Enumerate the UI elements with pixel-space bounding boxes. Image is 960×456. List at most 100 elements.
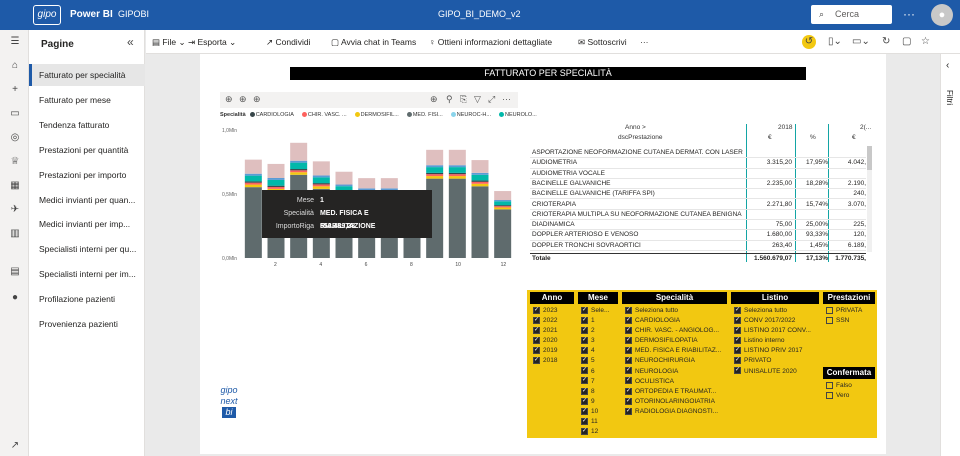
bar-segment[interactable] — [448, 174, 466, 177]
bar-segment[interactable] — [335, 171, 353, 185]
checkbox-icon[interactable]: ✓ — [581, 367, 588, 375]
bookmark-icon[interactable]: ▯⌄ — [828, 36, 842, 47]
workspaces-icon[interactable]: ▥ — [8, 228, 22, 242]
checkbox-icon[interactable]: ✓ — [581, 377, 588, 385]
bar-segment[interactable] — [471, 181, 489, 184]
legend-item[interactable]: DERMOSIFIL... — [354, 112, 403, 118]
table-row[interactable]: BACINELLE GALVANICHE 2.235,00 18,28% 2.190, — [530, 179, 866, 190]
bar-segment[interactable] — [335, 184, 353, 187]
checkbox-icon[interactable]: ✓ — [581, 326, 588, 334]
bar-segment[interactable] — [448, 178, 466, 258]
bar-segment[interactable] — [494, 207, 512, 210]
datahub-icon[interactable]: ◎ — [8, 132, 22, 146]
slicer-option[interactable]: Falso — [823, 381, 875, 391]
bar-segment[interactable] — [448, 172, 466, 175]
bar-segment[interactable] — [426, 172, 444, 175]
bar-segment[interactable] — [312, 161, 330, 176]
app-name[interactable]: Power BI — [70, 9, 113, 20]
legend-item[interactable]: MED. FISI... — [406, 112, 447, 118]
bar-segment[interactable] — [426, 149, 444, 166]
bar-segment[interactable] — [494, 200, 512, 202]
slicer-option[interactable]: ✓ Seleziona tutto — [622, 306, 727, 316]
scrollbar-thumb[interactable] — [867, 146, 872, 170]
slicer-option[interactable]: Vero — [823, 391, 875, 401]
slicer-option[interactable]: PRIVATA — [823, 306, 875, 316]
refresh-icon[interactable]: ↻ — [882, 36, 890, 47]
visual-more-icon[interactable]: ··· — [502, 94, 511, 104]
bar-segment[interactable] — [290, 160, 308, 163]
page-tab[interactable]: Prestazioni per importo — [29, 164, 145, 186]
slicer-option[interactable]: ✓ 7 — [578, 377, 618, 387]
slicer-option[interactable]: ✓ 12 — [578, 427, 618, 437]
checkbox-icon[interactable] — [826, 391, 833, 399]
page-tab[interactable]: Fatturato per specialità — [29, 64, 145, 86]
page-tab[interactable]: Profilazione pazienti — [29, 288, 145, 310]
checkbox-icon[interactable]: ✓ — [625, 407, 632, 415]
slicer-option[interactable]: ✓ Seleziona tutto — [731, 306, 819, 316]
slicer-option[interactable]: ✓ 8 — [578, 387, 618, 397]
drill-up-icon[interactable]: ⊕ — [225, 94, 233, 105]
my-workspace-icon[interactable]: ▤ — [8, 266, 22, 280]
page-tab[interactable]: Specialisti interni per qu... — [29, 238, 145, 260]
workspace-name[interactable]: GIPOBI — [118, 9, 149, 19]
slicer-option[interactable]: ✓ NEUROCHIRURGIA — [622, 356, 727, 366]
bar-segment[interactable] — [426, 176, 444, 179]
page-tab[interactable]: Provenienza pazienti — [29, 313, 145, 335]
slicer-option[interactable]: ✓ Sele... — [578, 306, 618, 316]
browse-icon[interactable]: ▭ — [8, 108, 22, 122]
bar-segment[interactable] — [494, 206, 512, 208]
favorite-icon[interactable]: ☆ — [921, 36, 930, 47]
bar-segment[interactable] — [290, 169, 308, 171]
checkbox-icon[interactable]: ✓ — [734, 337, 741, 345]
checkbox-icon[interactable]: ✓ — [625, 377, 632, 385]
toolbar-more-icon[interactable]: ··· — [640, 37, 649, 47]
stacked-bar-chart[interactable]: ⊕ ⊕ ⊕ ⊕ ⚲ ⎘ ▽ ⤢ ··· Specialità CARDIOLOGI… — [220, 92, 537, 268]
filters-pane[interactable]: ‹ Filtri — [940, 54, 960, 456]
checkbox-icon[interactable]: ✓ — [581, 306, 588, 314]
checkbox-icon[interactable]: ✓ — [734, 357, 741, 365]
create-icon[interactable]: + — [8, 84, 22, 98]
bar-segment[interactable] — [267, 185, 285, 187]
checkbox-icon[interactable]: ✓ — [581, 387, 588, 395]
checkbox-icon[interactable]: ✓ — [581, 357, 588, 365]
user-avatar[interactable]: ● — [931, 4, 953, 26]
drill-mode-icon[interactable]: ⊕ — [430, 94, 438, 105]
bar-segment[interactable] — [471, 160, 489, 173]
slicer-option[interactable]: ✓ CHIR. VASC. - ANGIOLOG... — [622, 326, 727, 336]
checkbox-icon[interactable]: ✓ — [533, 337, 540, 345]
bar-segment[interactable] — [244, 184, 262, 188]
table-scrollbar[interactable] — [867, 146, 872, 252]
page-tab[interactable]: Specialisti interni per im... — [29, 263, 145, 285]
slicer-option[interactable]: ✓ PRIVATO — [731, 356, 819, 366]
checkbox-icon[interactable]: ✓ — [625, 316, 632, 324]
slicer-option[interactable]: ✓ LISTINO PRIV 2017 — [731, 346, 819, 356]
subscribe-button[interactable]: ✉ Sottoscrivi — [578, 37, 627, 48]
bar-segment[interactable] — [290, 162, 308, 170]
checkbox-icon[interactable]: ✓ — [533, 326, 540, 334]
bar-segment[interactable] — [312, 186, 330, 189]
bar-segment[interactable] — [471, 180, 489, 182]
slicer-option[interactable]: ✓ RADIOLOGIA DIAGNOSTI... — [622, 407, 727, 417]
slicer-option[interactable]: ✓ 2022 — [530, 316, 574, 326]
table-row[interactable]: BACINELLE GALVANICHE (TARIFFA SPI) 240, — [530, 189, 866, 200]
bar-segment[interactable] — [426, 165, 444, 168]
bar-segment[interactable] — [244, 159, 262, 174]
checkbox-icon[interactable]: ✓ — [533, 347, 540, 355]
checkbox-icon[interactable]: ✓ — [581, 337, 588, 345]
page-tab[interactable]: Tendenza fatturato — [29, 114, 145, 136]
expand-icon[interactable]: ↗ — [8, 440, 22, 454]
checkbox-icon[interactable]: ✓ — [533, 316, 540, 324]
checkbox-icon[interactable]: ✓ — [581, 407, 588, 415]
matrix-table[interactable]: Anno > dscPrestazione 2018 2(... € % € A… — [530, 124, 872, 262]
slicer-option[interactable]: ✓ OTORINOLARINGOIATRIA — [622, 397, 727, 407]
export-menu[interactable]: ⇥ Esporta ⌄ — [188, 37, 236, 48]
slicer-option[interactable]: ✓ 2 — [578, 326, 618, 336]
slicer-option[interactable]: ✓ 10 — [578, 407, 618, 417]
checkbox-icon[interactable] — [826, 381, 833, 389]
checkbox-icon[interactable]: ✓ — [533, 357, 540, 365]
bar-segment[interactable] — [471, 186, 489, 258]
expand-filters-icon[interactable]: ‹ — [946, 60, 949, 71]
share-button[interactable]: ↗ Condividi — [266, 37, 310, 48]
slicer-option[interactable]: ✓ LISTINO 2017 CONV... — [731, 326, 819, 336]
checkbox-icon[interactable]: ✓ — [625, 397, 632, 405]
